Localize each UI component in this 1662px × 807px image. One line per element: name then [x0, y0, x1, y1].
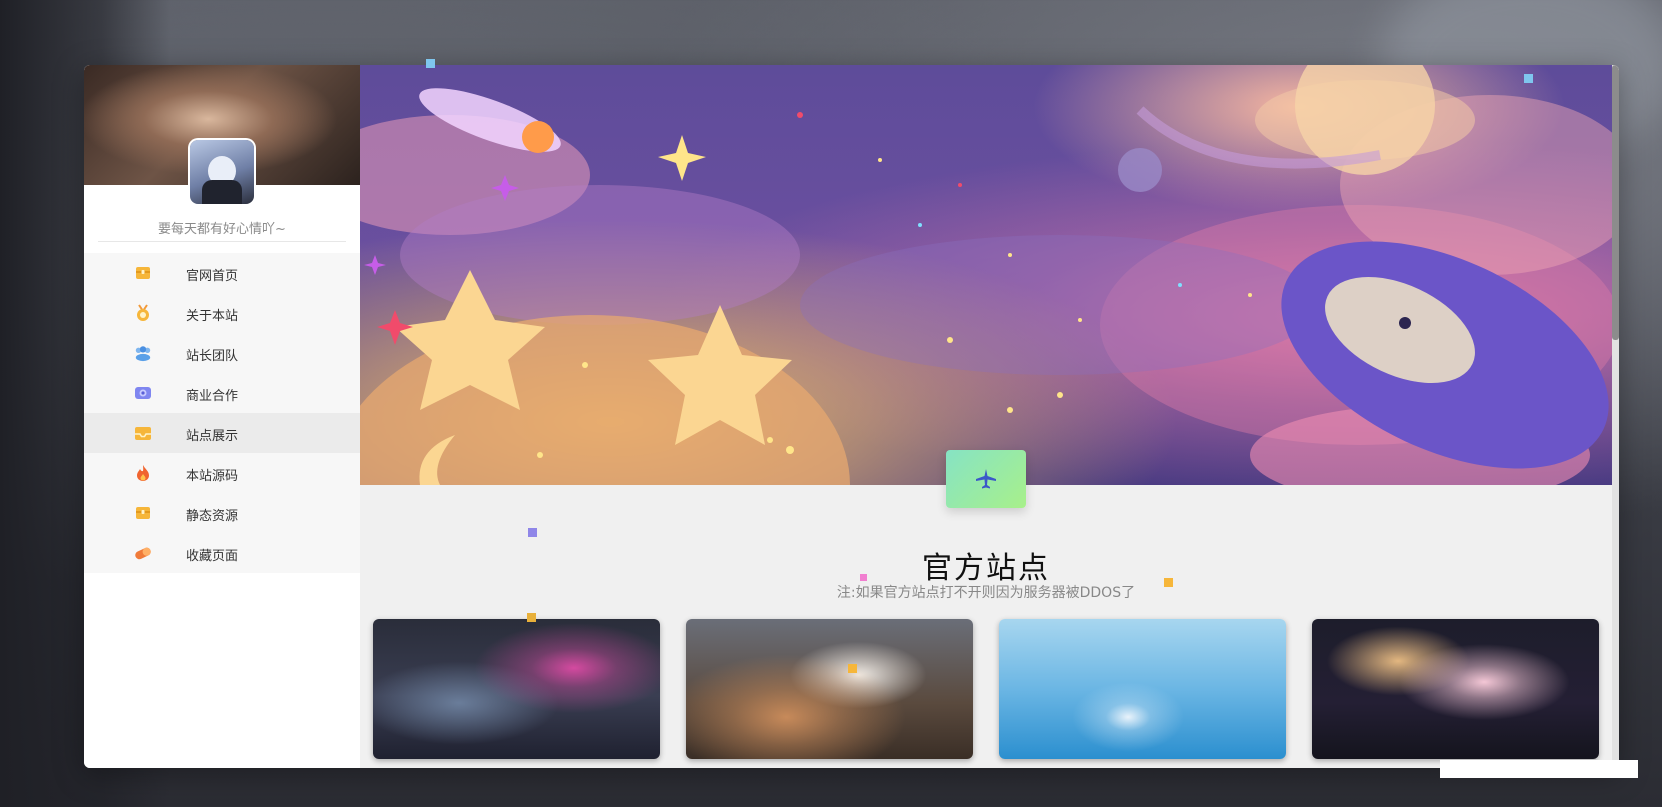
sidebar-item-label: 收藏页面 [186, 549, 239, 564]
confetti-square [1524, 74, 1533, 83]
main-content: 官方站点 注:如果官方站点打不开则因为服务器被DDOS了 [360, 65, 1619, 768]
fire-icon [134, 464, 152, 482]
avatar-body [202, 180, 242, 204]
sidebar-item-label: 站点展示 [186, 429, 239, 444]
sidebar-item-home[interactable]: 官网首页 [84, 253, 360, 293]
camera-icon [134, 384, 152, 402]
sidebar-item-label: 站长团队 [186, 349, 239, 364]
sidebar-item-label: 商业合作 [186, 389, 239, 404]
site-card-1[interactable] [373, 619, 660, 759]
medal-icon [134, 304, 152, 322]
sidebar-item-label: 关于本站 [186, 309, 239, 324]
site-card-2[interactable] [686, 619, 973, 759]
sidebar-item-team[interactable]: 站长团队 [84, 333, 360, 373]
plane-button[interactable] [946, 450, 1026, 508]
confetti-square [528, 528, 537, 537]
site-card-4[interactable] [1312, 619, 1599, 759]
sidebar-item-label: 本站源码 [186, 469, 239, 484]
team-icon [134, 344, 152, 362]
inbox-icon [134, 424, 152, 442]
avatar[interactable] [190, 140, 254, 204]
sidebar-item-static[interactable]: 静态资源 [84, 493, 360, 533]
section-note: 注:如果官方站点打不开则因为服务器被DDOS了 [836, 585, 1136, 601]
site-card-3[interactable] [999, 619, 1286, 759]
sidebar-item-label: 静态资源 [186, 509, 239, 524]
sidebar-item-label: 官网首页 [186, 269, 239, 284]
section-title: 官方站点 [922, 551, 1050, 586]
confetti-square [860, 574, 867, 581]
sidebar-nav: 官网首页 关于本站 站长团队 商业合作 站点展示 本站源码 静态资源 收藏页面 [84, 253, 360, 573]
bottom-strip [1440, 760, 1638, 778]
site-gallery [373, 619, 1603, 768]
sidebar-divider [98, 241, 346, 242]
confetti-square [426, 59, 435, 68]
confetti-square [848, 664, 857, 673]
sidebar-item-business[interactable]: 商业合作 [84, 373, 360, 413]
capsule-icon [134, 544, 152, 562]
sidebar-motto: 要每天都有好心情吖~ [158, 222, 286, 237]
sidebar-item-about[interactable]: 关于本站 [84, 293, 360, 333]
sidebar-item-showcase[interactable]: 站点展示 [84, 413, 360, 453]
scrollbar-thumb[interactable] [1612, 65, 1619, 340]
confetti-square [527, 613, 536, 622]
sidebar-item-source[interactable]: 本站源码 [84, 453, 360, 493]
chest-icon [134, 264, 152, 282]
sidebar: 要每天都有好心情吖~ 官网首页 关于本站 站长团队 商业合作 站点展示 本站源码… [84, 65, 360, 768]
airplane-icon [976, 469, 996, 489]
main-card: 要每天都有好心情吖~ 官网首页 关于本站 站长团队 商业合作 站点展示 本站源码… [84, 65, 1619, 768]
confetti-square [1164, 578, 1173, 587]
scrollbar[interactable] [1612, 65, 1619, 768]
sidebar-item-favorites[interactable]: 收藏页面 [84, 533, 360, 573]
chest-icon [134, 504, 152, 522]
banner-image [360, 65, 1612, 485]
